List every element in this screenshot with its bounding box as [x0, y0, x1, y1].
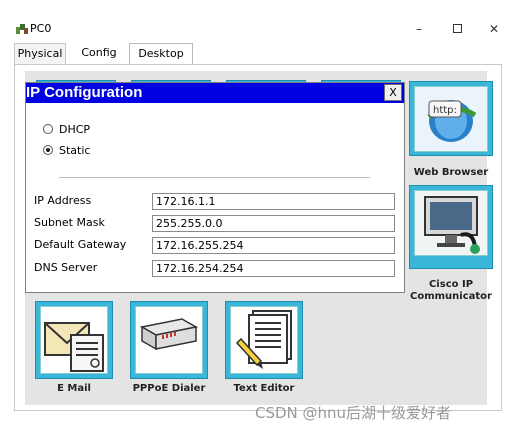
headset-monitor-icon: [424, 196, 480, 254]
tab-desktop[interactable]: Desktop: [129, 43, 193, 65]
watermark-text: CSDN @hnu后湖十级爱好者: [255, 404, 452, 422]
web-browser-label: Web Browser: [413, 167, 489, 178]
email-tile: [35, 301, 113, 379]
tab-bar: Physical Config Desktop: [14, 43, 502, 65]
pppoe-dialer-app[interactable]: PPPoE Dialer: [130, 301, 214, 394]
default-gateway-input[interactable]: 172.16.255.254: [152, 237, 395, 254]
cisco-ip-communicator-tile: [409, 185, 493, 269]
pppoe-dialer-icon-frame: [135, 306, 203, 374]
web-browser-icon-frame: http:: [414, 86, 488, 152]
tab-physical[interactable]: Physical: [14, 43, 66, 65]
text-editor-label: Text Editor: [233, 383, 295, 394]
modem-icon: [139, 318, 199, 351]
email-label: E Mail: [57, 383, 91, 394]
static-radio-circle[interactable]: [43, 145, 53, 155]
subnet-mask-label: Subnet Mask: [34, 216, 105, 229]
window-title: PC0: [30, 22, 52, 35]
pppoe-dialer-tile: [130, 301, 208, 379]
web-browser-tile: http:: [409, 81, 493, 156]
email-icon-frame: [40, 306, 108, 374]
text-editor-icon-frame: [230, 306, 298, 374]
email-app[interactable]: E Mail: [35, 301, 119, 394]
pppoe-dialer-label: PPPoE Dialer: [132, 383, 206, 394]
dhcp-radio[interactable]: DHCP: [43, 123, 90, 137]
maximize-icon: [452, 24, 462, 33]
cisco-ip-communicator-app[interactable]: Cisco IP Communicator: [409, 185, 493, 305]
ip-address-input[interactable]: 172.16.1.1: [152, 193, 395, 210]
dialog-close-button[interactable]: X: [384, 84, 402, 101]
default-gateway-label: Default Gateway: [34, 238, 127, 251]
dns-server-input[interactable]: 172.16.254.254: [152, 260, 395, 277]
text-editor-app[interactable]: Text Editor: [225, 301, 309, 394]
static-radio[interactable]: Static: [43, 144, 90, 158]
text-editor-tile: [225, 301, 303, 379]
subnet-mask-input[interactable]: 255.255.0.0: [152, 215, 395, 232]
dhcp-radio-label: DHCP: [59, 123, 91, 136]
ip-configuration-dialog: IP Configuration X DHCP Static IP Addres…: [25, 82, 405, 293]
maximize-button[interactable]: [446, 18, 468, 40]
ip-address-label: IP Address: [34, 194, 92, 207]
cisco-ip-communicator-icon-frame: [414, 190, 488, 256]
envelope-icon: [44, 322, 104, 372]
dns-server-label: DNS Server: [34, 261, 98, 274]
title-bar: PC0 – ✕: [0, 0, 517, 40]
svg-text:http:: http:: [433, 105, 457, 116]
dialog-separator: [59, 177, 370, 178]
tab-config[interactable]: Config: [74, 43, 124, 65]
text-editor-icon: [235, 310, 292, 369]
cisco-ip-communicator-label: Cisco IP Communicator: [410, 279, 492, 302]
minimize-button[interactable]: –: [408, 18, 430, 40]
web-browser-icon: http:: [427, 100, 477, 142]
close-button[interactable]: ✕: [483, 18, 505, 40]
dialog-title: IP Configuration: [26, 84, 143, 101]
web-browser-app[interactable]: http: Web Browser: [409, 81, 493, 181]
packet-tracer-icon: [16, 24, 28, 34]
static-radio-label: Static: [59, 144, 91, 157]
dialog-header: IP Configuration X: [26, 83, 404, 103]
dhcp-radio-circle[interactable]: [43, 124, 53, 134]
pc0-window: PC0 – ✕ Physical Config Desktop http: We…: [0, 0, 517, 431]
